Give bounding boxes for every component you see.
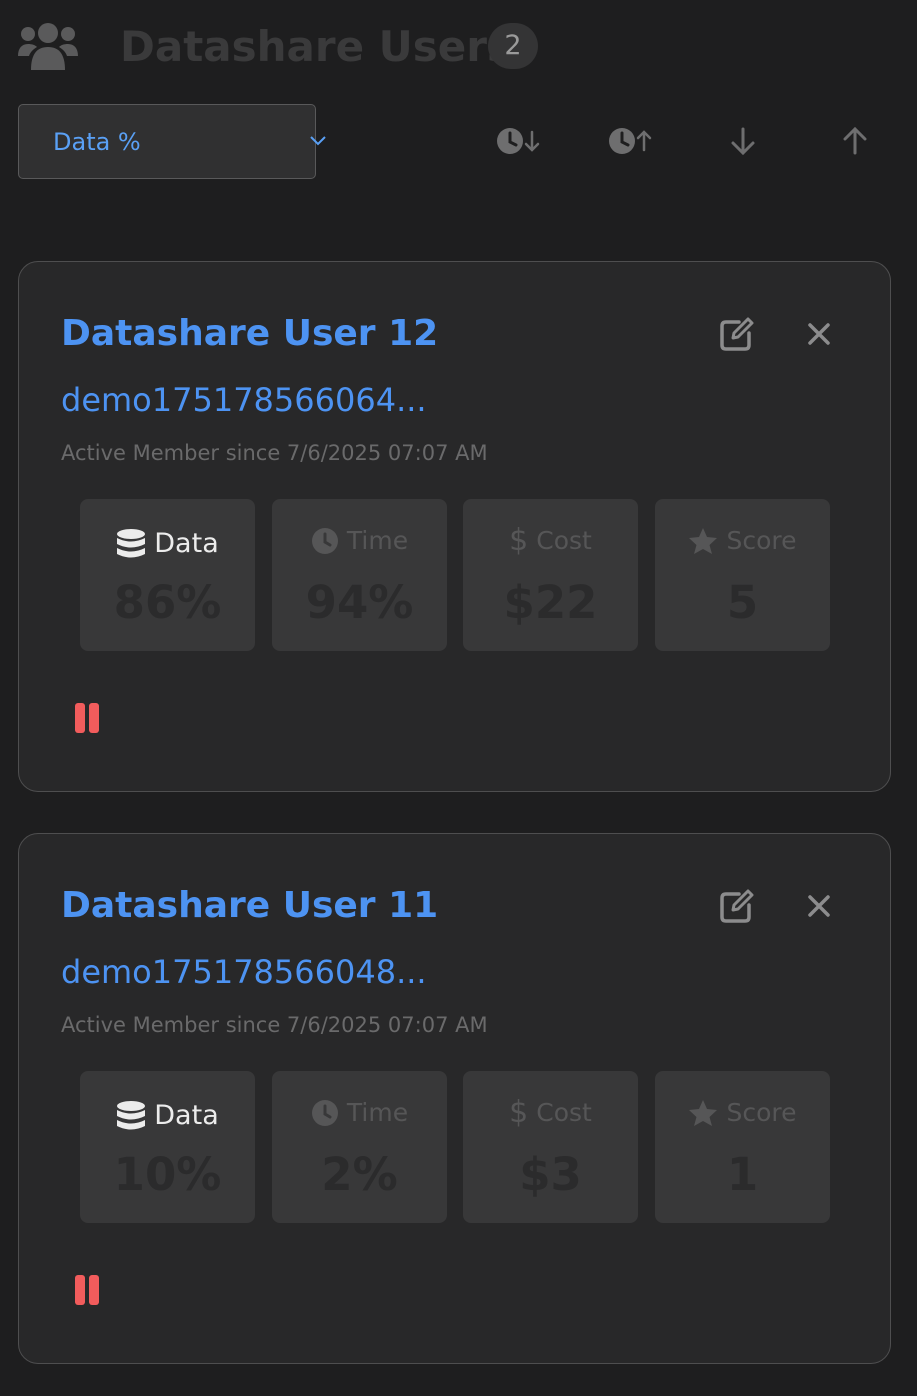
stat-cost[interactable]: $ Cost $22	[463, 499, 638, 651]
stat-value: 1	[726, 1148, 759, 1201]
clock-icon	[311, 528, 338, 554]
stat-value: 86%	[113, 576, 222, 629]
dollar-icon: $	[509, 523, 529, 558]
arrow-down-icon	[731, 127, 755, 156]
edit-icon[interactable]	[717, 314, 757, 354]
stat-label: Data	[154, 1100, 219, 1131]
stat-time[interactable]: Time 2%	[272, 1071, 447, 1223]
stat-value: 5	[726, 576, 759, 629]
clock-sort-desc-icon	[497, 128, 540, 154]
user-name[interactable]: Datashare User 12	[61, 312, 438, 356]
sort-asc-button[interactable]	[825, 115, 885, 167]
sort-time-desc-button[interactable]	[490, 115, 550, 167]
user-name[interactable]: Datashare User 11	[61, 884, 438, 928]
stat-label: Score	[726, 526, 797, 555]
pause-button[interactable]	[75, 703, 101, 733]
clock-icon	[311, 1100, 338, 1126]
stat-score[interactable]: Score 1	[655, 1071, 830, 1223]
member-since: Active Member since 7/6/2025 07:07 AM	[61, 1013, 488, 1037]
stat-score[interactable]: Score 5	[655, 499, 830, 651]
database-icon	[117, 1101, 146, 1130]
stat-data[interactable]: Data 86%	[80, 499, 255, 651]
stat-time[interactable]: Time 94%	[272, 499, 447, 651]
stat-label: Time	[346, 1098, 409, 1127]
member-since: Active Member since 7/6/2025 07:07 AM	[61, 441, 488, 465]
clock-sort-asc-icon	[609, 128, 652, 154]
stat-label: Time	[346, 526, 409, 555]
pause-button[interactable]	[75, 1275, 101, 1305]
sort-select[interactable]: Data %	[18, 104, 326, 179]
edit-icon[interactable]	[717, 886, 757, 926]
arrow-up-icon	[843, 126, 867, 155]
close-icon[interactable]	[801, 888, 837, 924]
star-icon	[689, 528, 718, 554]
user-card: Datashare User 12 demo175178566064... Ac…	[18, 261, 891, 792]
star-icon	[689, 1100, 718, 1126]
dollar-icon: $	[509, 1095, 529, 1130]
database-icon	[117, 529, 146, 558]
sort-desc-button[interactable]	[713, 115, 773, 167]
user-count-badge: 2	[488, 23, 538, 69]
page-title: Datashare Users	[120, 22, 512, 71]
stat-value: $3	[519, 1148, 582, 1201]
sort-time-asc-button[interactable]	[602, 115, 662, 167]
stat-label: Cost	[536, 1098, 592, 1127]
user-email[interactable]: demo175178566048...	[61, 952, 427, 992]
stat-value: 10%	[113, 1148, 222, 1201]
stat-data[interactable]: Data 10%	[80, 1071, 255, 1223]
stat-cost[interactable]: $ Cost $3	[463, 1071, 638, 1223]
pause-icon	[75, 703, 85, 733]
stat-label: Cost	[536, 526, 592, 555]
users-icon	[18, 23, 78, 70]
stat-value: 94%	[305, 576, 414, 629]
stat-value: $22	[503, 576, 598, 629]
sort-select-value: Data %	[53, 128, 141, 156]
stat-label: Data	[154, 528, 219, 559]
page-header: Datashare Users 2	[0, 0, 917, 95]
pause-icon	[75, 1275, 85, 1305]
stat-value: 2%	[321, 1148, 398, 1201]
user-email[interactable]: demo175178566064...	[61, 380, 427, 420]
close-icon[interactable]	[801, 316, 837, 352]
user-card: Datashare User 11 demo175178566048... Ac…	[18, 833, 891, 1364]
chevron-down-icon	[310, 136, 326, 146]
stat-label: Score	[726, 1098, 797, 1127]
